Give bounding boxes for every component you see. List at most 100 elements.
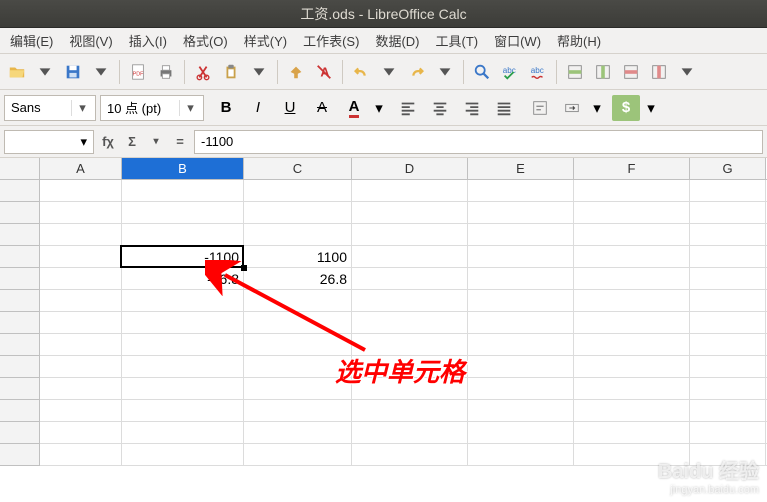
find-button[interactable] — [469, 59, 495, 85]
clear-format-button[interactable]: A — [311, 59, 337, 85]
chevron-down-icon: ▾ — [179, 100, 197, 116]
underline-button[interactable]: U — [276, 95, 304, 121]
menu-sheet[interactable]: 工作表(S) — [295, 31, 367, 50]
undo-button[interactable] — [348, 59, 374, 85]
row-header[interactable] — [0, 202, 40, 224]
row-header[interactable] — [0, 378, 40, 400]
function-dropdown-icon[interactable]: ▾ — [146, 136, 166, 147]
formula-bar: ▾ fχ Σ ▾ = -1100 — [0, 126, 767, 158]
separator — [277, 60, 278, 84]
clone-format-button[interactable] — [283, 59, 309, 85]
cell-c4[interactable]: 1100 — [244, 246, 352, 267]
function-wizard-button[interactable]: fχ — [98, 134, 118, 149]
col-header-c[interactable]: C — [244, 158, 352, 179]
bold-button[interactable]: B — [212, 95, 240, 121]
row-header[interactable] — [0, 334, 40, 356]
cell-b5[interactable]: -26.8 — [122, 268, 244, 289]
italic-button[interactable]: I — [244, 95, 272, 121]
col-header-g[interactable]: G — [690, 158, 766, 179]
select-all-corner[interactable] — [0, 158, 40, 179]
menu-style[interactable]: 样式(Y) — [236, 31, 295, 50]
format-dropdown-icon[interactable]: ▾ — [644, 95, 658, 121]
fill-handle[interactable] — [241, 265, 247, 271]
col-header-e[interactable]: E — [468, 158, 574, 179]
window-title: 工资.ods - LibreOffice Calc — [300, 4, 466, 24]
equals-button[interactable]: = — [170, 134, 190, 149]
font-size-value: 10 点 (pt) — [107, 98, 161, 117]
align-justify-button[interactable] — [490, 95, 518, 121]
spellcheck-button[interactable]: abc — [497, 59, 523, 85]
row-header[interactable] — [0, 444, 40, 466]
cells-area[interactable]: -11001100 -26.826.8 — [40, 180, 767, 466]
spreadsheet-grid: A B C D E F G -11001100 -26.826 — [0, 158, 767, 466]
formula-input[interactable]: -1100 — [194, 130, 763, 154]
insert-col-button[interactable] — [590, 59, 616, 85]
strikethrough-button[interactable]: A — [308, 95, 336, 121]
spellcheck-toggle-button[interactable]: abc — [525, 59, 551, 85]
row-header[interactable] — [0, 422, 40, 444]
cell-reference-input[interactable]: ▾ — [4, 130, 94, 154]
format-toolbar: Sans ▾ 10 点 (pt) ▾ B I U A A ▾ ▾ $ ▾ — [0, 90, 767, 126]
menu-edit[interactable]: 编辑(E) — [2, 31, 61, 50]
align-right-button[interactable] — [458, 95, 486, 121]
align-center-button[interactable] — [426, 95, 454, 121]
menu-view[interactable]: 视图(V) — [61, 31, 120, 50]
separator — [342, 60, 343, 84]
row-header[interactable] — [0, 356, 40, 378]
cell-b4[interactable]: -1100 — [122, 246, 244, 267]
font-color-button[interactable]: A — [340, 95, 368, 121]
menu-help[interactable]: 帮助(H) — [549, 31, 609, 50]
col-header-d[interactable]: D — [352, 158, 468, 179]
save-dropdown-icon[interactable] — [88, 59, 114, 85]
row-header[interactable] — [0, 224, 40, 246]
sum-button[interactable]: Σ — [122, 134, 142, 149]
row-header[interactable] — [0, 312, 40, 334]
col-header-a[interactable]: A — [40, 158, 122, 179]
font-size-combo[interactable]: 10 点 (pt) ▾ — [100, 95, 204, 121]
menu-data[interactable]: 数据(D) — [367, 31, 427, 50]
row-header[interactable] — [0, 400, 40, 422]
redo-dropdown-icon[interactable] — [432, 59, 458, 85]
paste-button[interactable] — [218, 59, 244, 85]
cell-c5[interactable]: 26.8 — [244, 268, 352, 289]
watermark: Baidu 经验 jingyan.baidu.com — [658, 455, 759, 496]
merge-dropdown-icon[interactable]: ▾ — [590, 95, 604, 121]
delete-row-button[interactable] — [618, 59, 644, 85]
row-header[interactable] — [0, 268, 40, 290]
undo-dropdown-icon[interactable] — [376, 59, 402, 85]
menu-tools[interactable]: 工具(T) — [427, 31, 486, 50]
separator — [556, 60, 557, 84]
svg-text:abc: abc — [531, 65, 544, 74]
toolbar-dropdown-icon[interactable] — [674, 59, 700, 85]
merge-cells-button[interactable] — [558, 95, 586, 121]
separator — [119, 60, 120, 84]
row-header[interactable] — [0, 180, 40, 202]
redo-button[interactable] — [404, 59, 430, 85]
align-left-button[interactable] — [394, 95, 422, 121]
font-name-combo[interactable]: Sans ▾ — [4, 95, 96, 121]
insert-row-button[interactable] — [562, 59, 588, 85]
menu-bar: 编辑(E) 视图(V) 插入(I) 格式(O) 样式(Y) 工作表(S) 数据(… — [0, 28, 767, 54]
paste-dropdown-icon[interactable] — [246, 59, 272, 85]
delete-col-button[interactable] — [646, 59, 672, 85]
row-header[interactable] — [0, 290, 40, 312]
row-header[interactable] — [0, 246, 40, 268]
watermark-url: jingyan.baidu.com — [658, 484, 759, 496]
cut-button[interactable] — [190, 59, 216, 85]
export-pdf-button[interactable]: PDF — [125, 59, 151, 85]
row-headers — [0, 180, 40, 466]
font-color-dropdown-icon[interactable]: ▾ — [372, 95, 386, 121]
open-button[interactable] — [4, 59, 30, 85]
menu-insert[interactable]: 插入(I) — [121, 31, 175, 50]
col-header-f[interactable]: F — [574, 158, 690, 179]
window-titlebar: 工资.ods - LibreOffice Calc — [0, 0, 767, 28]
print-button[interactable] — [153, 59, 179, 85]
menu-window[interactable]: 窗口(W) — [486, 31, 549, 50]
open-dropdown-icon[interactable] — [32, 59, 58, 85]
wrap-text-button[interactable] — [526, 95, 554, 121]
menu-format[interactable]: 格式(O) — [175, 31, 236, 50]
currency-button[interactable]: $ — [612, 95, 640, 121]
col-header-b[interactable]: B — [122, 158, 244, 179]
save-button[interactable] — [60, 59, 86, 85]
font-name-value: Sans — [11, 100, 41, 115]
